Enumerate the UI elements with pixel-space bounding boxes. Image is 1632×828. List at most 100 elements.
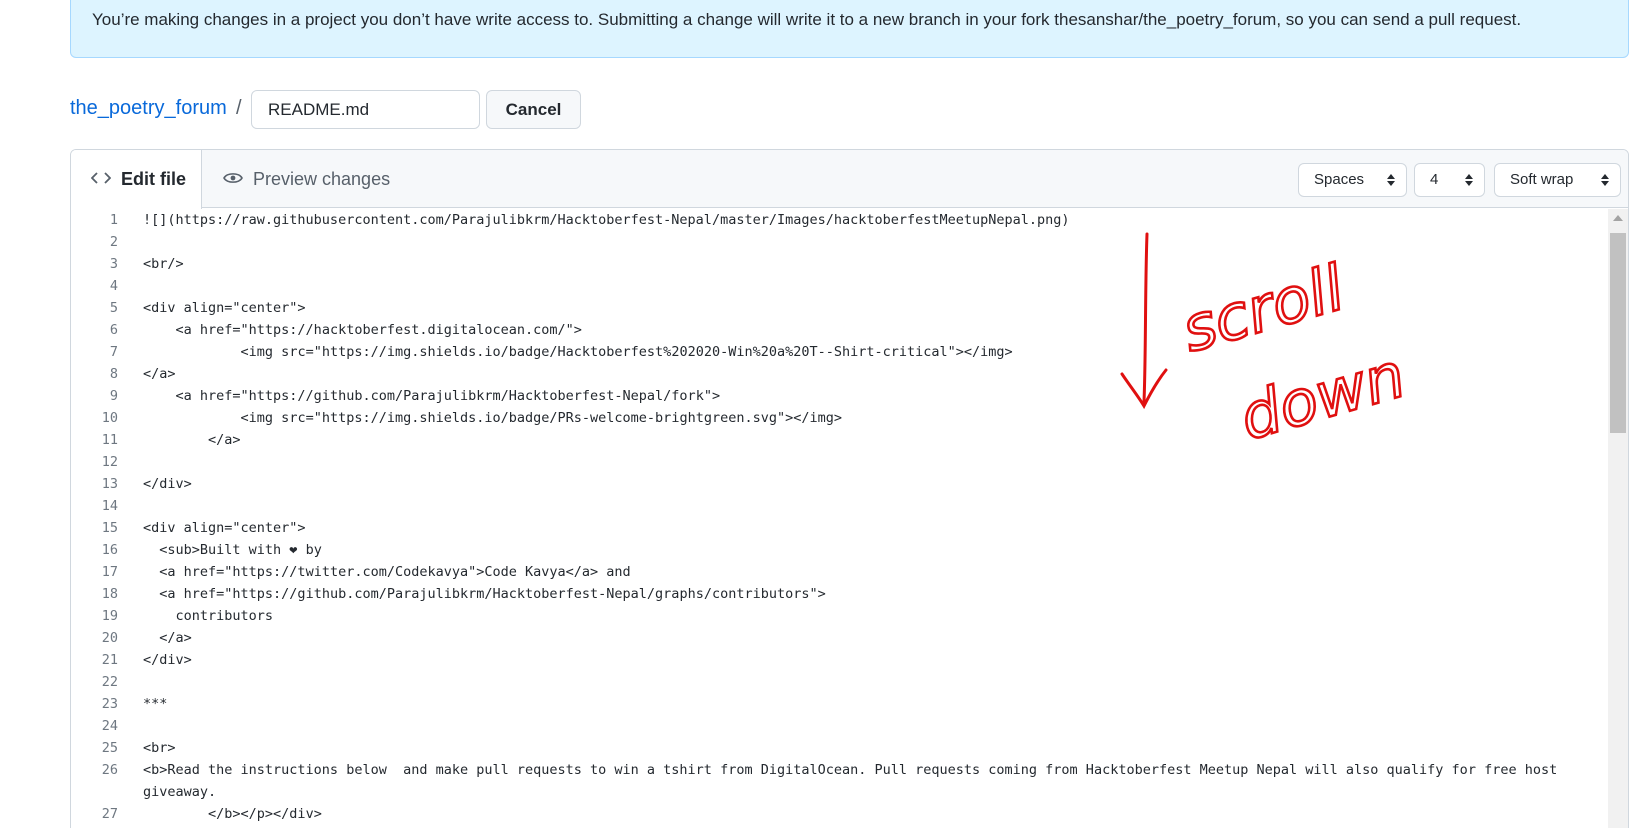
line-number: 17 (101, 564, 118, 580)
line-number: 5 (109, 300, 118, 316)
code-line[interactable]: 23 *** (71, 693, 1605, 715)
line-text[interactable]: </div> (143, 473, 1595, 495)
code-line[interactable]: 2 (71, 231, 1605, 253)
code-line[interactable]: 27 </b></p></div> (71, 803, 1605, 825)
editor-toolbar: Edit file Preview changes Spaces 4 Soft … (71, 150, 1628, 209)
line-text[interactable]: <br/> (143, 253, 1595, 275)
fork-info-text: You’re making changes in a project you d… (92, 10, 1522, 29)
line-number: 12 (101, 454, 118, 470)
select-caret-icon (1601, 174, 1609, 186)
line-number: 19 (101, 608, 118, 624)
line-text[interactable]: <b>Read the instructions below and make … (143, 759, 1595, 803)
code-line[interactable]: 19 contributors (71, 605, 1605, 627)
line-number: 15 (101, 520, 118, 536)
select-caret-icon (1465, 174, 1473, 186)
tab-preview-changes[interactable]: Preview changes (223, 150, 390, 208)
line-text[interactable]: <a href="https://twitter.com/Codekavya">… (143, 561, 1595, 583)
code-line[interactable]: 6 <a href="https://hacktoberfest.digital… (71, 319, 1605, 341)
scrollbar-thumb[interactable] (1610, 233, 1626, 433)
code-line[interactable]: 13 </div> (71, 473, 1605, 495)
code-line[interactable]: 11 </a> (71, 429, 1605, 451)
line-text[interactable]: contributors (143, 605, 1595, 627)
tab-preview-changes-label: Preview changes (253, 168, 391, 189)
line-number: 26 (101, 762, 118, 778)
code-line[interactable]: 18 <a href="https://github.com/Parajulib… (71, 583, 1605, 605)
code-line[interactable]: 25 <br> (71, 737, 1605, 759)
line-number: 20 (101, 630, 118, 646)
line-number: 4 (109, 278, 118, 294)
code-line[interactable]: 26 <b>Read the instructions below and mak… (71, 759, 1605, 803)
code-line[interactable]: 4 (71, 275, 1605, 297)
line-number: 18 (101, 586, 118, 602)
line-text[interactable]: </div> (143, 649, 1595, 671)
code-line[interactable]: 1 ![](https://raw.githubusercontent.com/P… (71, 209, 1605, 231)
code-line[interactable]: 17 <a href="https://twitter.com/Codekavy… (71, 561, 1605, 583)
code-line[interactable]: 8 </a> (71, 363, 1605, 385)
line-text[interactable]: </b></p></div> (143, 803, 1595, 825)
line-text[interactable]: <div align="center"> (143, 297, 1595, 319)
wrap-mode-select[interactable]: Soft wrap (1494, 163, 1621, 197)
line-number: 23 (101, 696, 118, 712)
line-number: 22 (101, 674, 118, 690)
edit-file-page: You’re making changes in a project you d… (0, 0, 1632, 828)
line-number: 8 (109, 366, 118, 382)
code-area[interactable]: 1 ![](https://raw.githubusercontent.com/P… (71, 209, 1605, 825)
line-number: 9 (109, 388, 118, 404)
code-icon (90, 169, 112, 190)
line-text[interactable]: <img src="https://img.shields.io/badge/P… (143, 407, 1595, 429)
code-line[interactable]: 12 (71, 451, 1605, 473)
line-number: 27 (101, 806, 118, 822)
line-text[interactable]: <a href="https://github.com/Parajulibkrm… (143, 385, 1595, 407)
line-text[interactable]: ![](https://raw.githubusercontent.com/Pa… (143, 209, 1595, 231)
line-number: 16 (101, 542, 118, 558)
indent-size-select[interactable]: 4 (1414, 163, 1485, 197)
line-number: 10 (101, 410, 118, 426)
code-line[interactable]: 15 <div align="center"> (71, 517, 1605, 539)
line-number: 24 (101, 718, 118, 734)
line-number: 6 (109, 322, 118, 338)
fork-info-banner: You’re making changes in a project you d… (70, 0, 1629, 58)
code-line[interactable]: 16 <sub>Built with ❤ by (71, 539, 1605, 561)
indent-mode-select[interactable]: Spaces (1298, 163, 1407, 197)
line-text[interactable]: <sub>Built with ❤ by (143, 539, 1595, 561)
line-text[interactable]: </a> (143, 363, 1595, 385)
line-text[interactable]: <div align="center"> (143, 517, 1595, 539)
select-caret-icon (1387, 174, 1395, 186)
line-number: 1 (109, 212, 118, 228)
line-text[interactable]: <br> (143, 737, 1595, 759)
code-line[interactable]: 3 <br/> (71, 253, 1605, 275)
filename-input[interactable] (251, 90, 480, 129)
code-line[interactable]: 22 (71, 671, 1605, 693)
code-line[interactable]: 10 <img src="https://img.shields.io/badg… (71, 407, 1605, 429)
line-text[interactable]: </a> (143, 429, 1595, 451)
line-number: 13 (101, 476, 118, 492)
line-text[interactable]: *** (143, 693, 1595, 715)
code-line[interactable]: 5 <div align="center"> (71, 297, 1605, 319)
code-line[interactable]: 14 (71, 495, 1605, 517)
repo-link[interactable]: the_poetry_forum (70, 97, 227, 120)
line-text[interactable]: <img src="https://img.shields.io/badge/H… (143, 341, 1595, 363)
line-number: 25 (101, 740, 118, 756)
code-line[interactable]: 7 <img src="https://img.shields.io/badge… (71, 341, 1605, 363)
line-number: 3 (109, 256, 118, 272)
code-line[interactable]: 9 <a href="https://github.com/Parajulibk… (71, 385, 1605, 407)
indent-size-value: 4 (1430, 171, 1439, 188)
line-number: 14 (101, 498, 118, 514)
code-line[interactable]: 21 </div> (71, 649, 1605, 671)
line-number: 7 (109, 344, 118, 360)
editor-scrollbar[interactable] (1608, 209, 1628, 828)
line-text[interactable]: <a href="https://github.com/Parajulibkrm… (143, 583, 1595, 605)
line-text[interactable]: </a> (143, 627, 1595, 649)
line-number: 2 (109, 234, 118, 250)
line-number: 11 (101, 432, 118, 448)
tab-edit-file[interactable]: Edit file (71, 150, 202, 209)
wrap-mode-value: Soft wrap (1510, 171, 1574, 188)
cancel-button[interactable]: Cancel (486, 90, 581, 129)
line-text[interactable]: <a href="https://hacktoberfest.digitaloc… (143, 319, 1595, 341)
scroll-up-arrow-icon[interactable] (1613, 215, 1623, 221)
code-line[interactable]: 24 (71, 715, 1605, 737)
line-number: 21 (101, 652, 118, 668)
eye-icon (223, 169, 243, 190)
indent-mode-value: Spaces (1314, 171, 1365, 188)
code-line[interactable]: 20 </a> (71, 627, 1605, 649)
